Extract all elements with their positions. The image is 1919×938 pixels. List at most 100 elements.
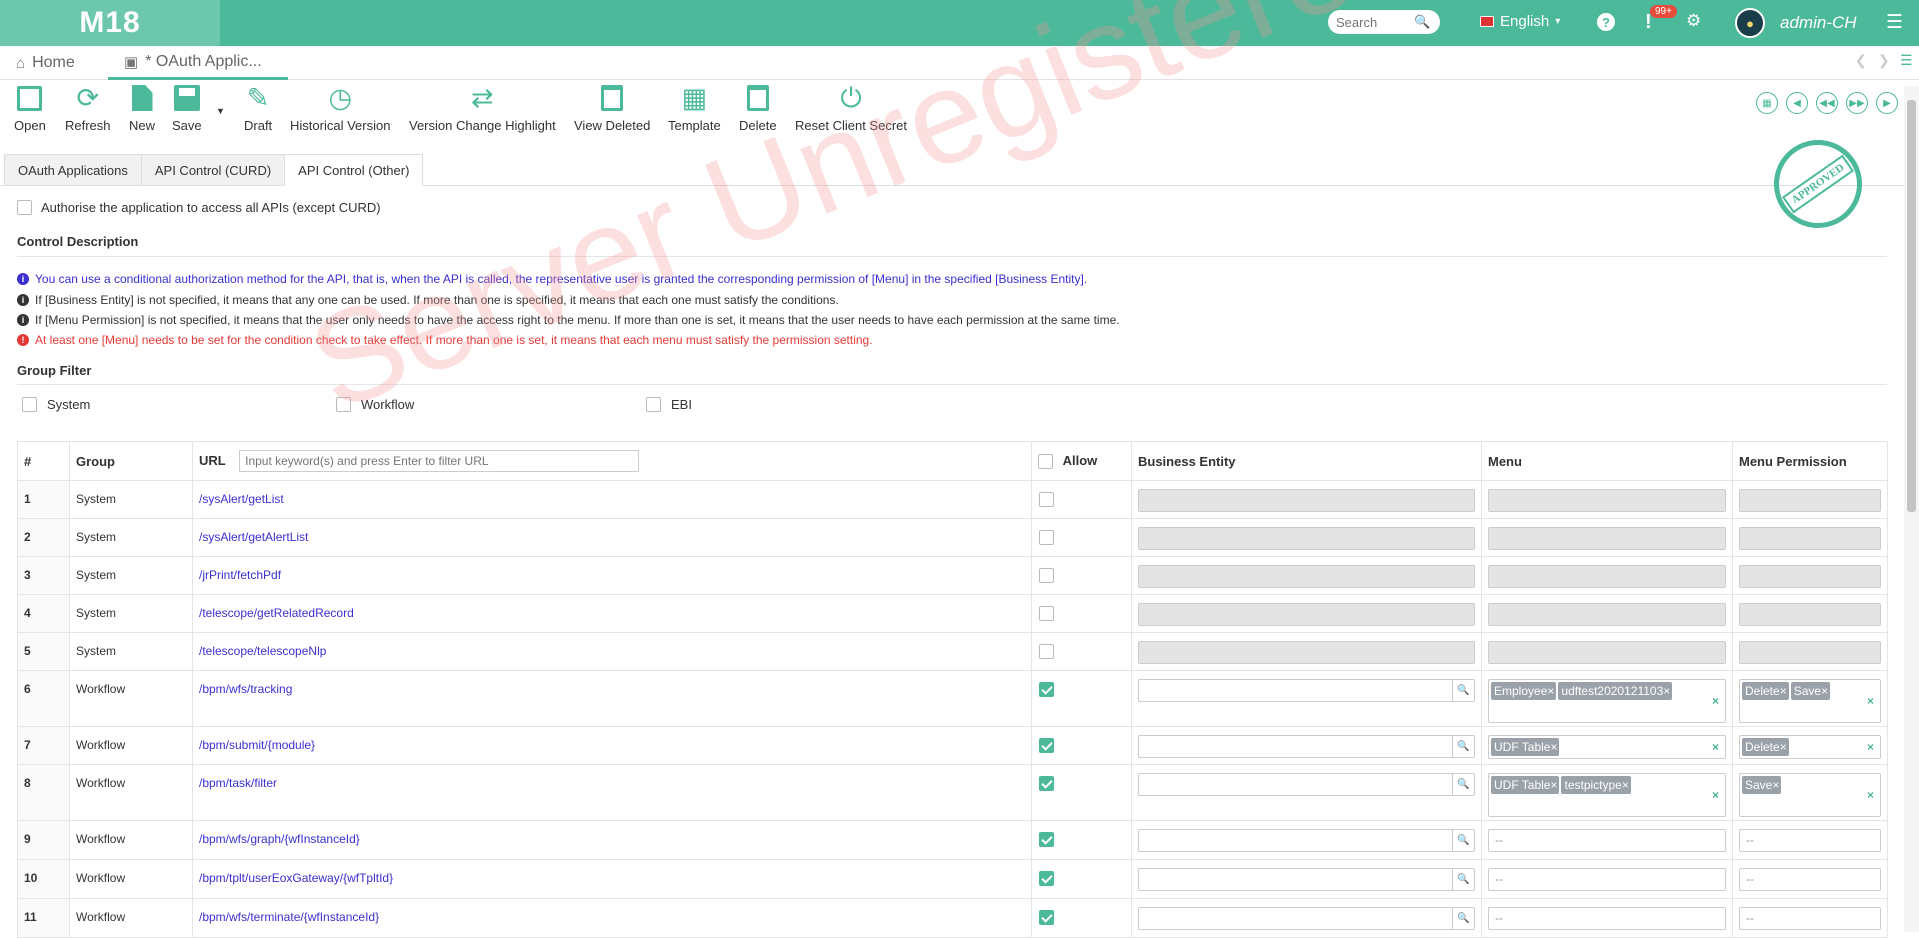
business-entity-field[interactable]: 🔍 [1138,907,1475,930]
permission-tag[interactable]: Delete× [1742,682,1789,700]
next-record-icon[interactable]: ▶▶ [1846,92,1868,114]
row-url-link[interactable]: /telescope/getRelatedRecord [199,606,354,620]
layers-icon[interactable]: ☰ [1900,52,1913,69]
tab-api-control-curd[interactable]: API Control (CURD) [140,154,285,186]
delete-button[interactable]: Delete [739,82,777,133]
url-filter-input[interactable] [239,450,640,472]
menu-field[interactable]: -- [1488,829,1726,852]
menu-icon[interactable]: ☰ [1886,11,1903,34]
prev-record-icon[interactable]: ◀◀ [1816,92,1838,114]
allow-checkbox[interactable] [1039,491,1054,507]
menu-field[interactable]: Employee× udftest2020121103× × [1488,679,1726,723]
menu-permission-field[interactable]: Delete× × [1739,735,1881,759]
filter-system-checkbox[interactable] [22,397,37,412]
menu-tag[interactable]: udftest2020121103× [1558,682,1673,700]
permission-tag[interactable]: Delete× [1742,738,1789,756]
business-entity-field[interactable]: 🔍 [1138,829,1475,852]
view-deleted-button[interactable]: View Deleted [574,82,650,133]
menu-tag[interactable]: UDF Table× [1491,776,1560,794]
tab-oauth-applications[interactable]: OAuth Applications [4,154,141,186]
business-entity-field[interactable]: 🔍 [1138,735,1475,758]
filter-workflow-checkbox[interactable] [336,397,351,412]
allow-checkbox[interactable] [1039,643,1054,659]
clear-icon[interactable]: × [1712,694,1719,708]
search-icon[interactable]: 🔍 [1452,830,1474,851]
filter-ebi-checkbox[interactable] [646,397,661,412]
clear-icon[interactable]: × [1712,788,1719,802]
allow-checkbox[interactable] [1039,831,1054,847]
allow-checkbox[interactable] [1039,775,1054,791]
permission-tag[interactable]: Save× [1742,776,1782,794]
menu-field[interactable]: UDF Table× testpictype× × [1488,773,1726,817]
clear-icon[interactable]: × [1867,694,1874,708]
save-dropdown[interactable]: ▼ [216,106,225,116]
row-url-link[interactable]: /sysAlert/getList [199,492,284,506]
row-url-link[interactable]: /bpm/wfs/graph/{wfInstanceId} [199,832,360,846]
reset-client-secret-button[interactable]: ⏻ Reset Client Secret [795,82,907,133]
search-icon[interactable]: 🔍 [1414,14,1430,30]
chevron-left-icon[interactable]: ❮ [1855,52,1867,69]
row-url-link[interactable]: /bpm/task/filter [199,776,277,790]
allow-checkbox[interactable] [1039,567,1054,583]
allow-checkbox[interactable] [1039,909,1054,925]
row-url-link[interactable]: /jrPrint/fetchPdf [199,568,281,582]
avatar[interactable]: ● [1735,8,1765,38]
tab-home[interactable]: ⌂ Home [16,46,75,80]
menu-field[interactable]: -- [1488,907,1726,930]
draft-button[interactable]: ✎ Draft [244,82,272,133]
scrollbar-thumb[interactable] [1907,100,1916,512]
menu-permission-field[interactable]: -- [1739,829,1881,852]
tab-api-control-other[interactable]: API Control (Other) [284,154,424,186]
row-url-link[interactable]: /bpm/submit/{module} [199,738,315,752]
historical-version-button[interactable]: ◷ Historical Version [290,82,390,133]
save-button[interactable]: Save [172,82,202,133]
allow-checkbox[interactable] [1039,870,1054,886]
row-url-link[interactable]: /bpm/tplt/userEoxGateway/{wfTpltId} [199,871,393,885]
allow-all-checkbox[interactable] [1038,454,1053,470]
template-button[interactable]: ▦ Template [668,82,721,133]
filter-workflow[interactable]: Workflow [336,397,414,412]
menu-field[interactable]: -- [1488,868,1726,891]
business-entity-field[interactable]: 🔍 [1138,679,1475,702]
search-icon[interactable]: 🔍 [1452,680,1474,701]
filter-system[interactable]: System [22,397,90,412]
search-box[interactable]: 🔍 [1328,10,1440,34]
settings-icon[interactable]: ⚙ [1686,11,1701,31]
menu-field[interactable]: UDF Table× × [1488,735,1726,759]
menu-permission-field[interactable]: Save× × [1739,773,1881,817]
menu-tag[interactable]: UDF Table× [1491,738,1560,756]
tab-oauth[interactable]: ▣ * OAuth Applic... [108,46,288,80]
clear-icon[interactable]: × [1867,740,1874,754]
row-url-link[interactable]: /bpm/wfs/terminate/{wfInstanceId} [199,910,379,924]
allow-checkbox[interactable] [1039,737,1054,753]
row-url-link[interactable]: /bpm/wfs/tracking [199,682,292,696]
search-input[interactable] [1336,14,1414,30]
search-icon[interactable]: 🔍 [1452,736,1474,757]
chevron-right-icon[interactable]: ❯ [1878,52,1890,69]
menu-permission-field[interactable]: -- [1739,907,1881,930]
allow-checkbox[interactable] [1039,529,1054,545]
version-change-highlight-button[interactable]: ⇄ Version Change Highlight [409,82,556,133]
menu-permission-field[interactable]: Delete× Save× × [1739,679,1881,723]
authorise-checkbox[interactable] [17,200,32,215]
menu-tag[interactable]: testpictype× [1561,776,1631,794]
new-button[interactable]: New [129,82,155,133]
business-entity-field[interactable]: 🔍 [1138,868,1475,891]
allow-checkbox[interactable] [1039,681,1054,697]
refresh-button[interactable]: ⟳ Refresh [65,82,111,133]
app-logo[interactable]: M18 [0,0,220,46]
last-record-icon[interactable]: ▶ [1876,92,1898,114]
permission-tag[interactable]: Save× [1790,682,1831,700]
business-entity-field[interactable]: 🔍 [1138,773,1475,796]
layout-icon[interactable]: ▦ [1756,92,1778,114]
search-icon[interactable]: 🔍 [1452,774,1474,795]
first-record-icon[interactable]: ◀ [1786,92,1808,114]
filter-ebi[interactable]: EBI [646,397,692,412]
menu-tag[interactable]: Employee× [1491,682,1557,700]
menu-permission-field[interactable]: -- [1739,868,1881,891]
search-icon[interactable]: 🔍 [1452,869,1474,890]
clear-icon[interactable]: × [1712,740,1719,754]
username[interactable]: admin-CH [1780,13,1857,33]
row-url-link[interactable]: /sysAlert/getAlertList [199,530,308,544]
help-icon[interactable]: ? [1597,13,1615,31]
